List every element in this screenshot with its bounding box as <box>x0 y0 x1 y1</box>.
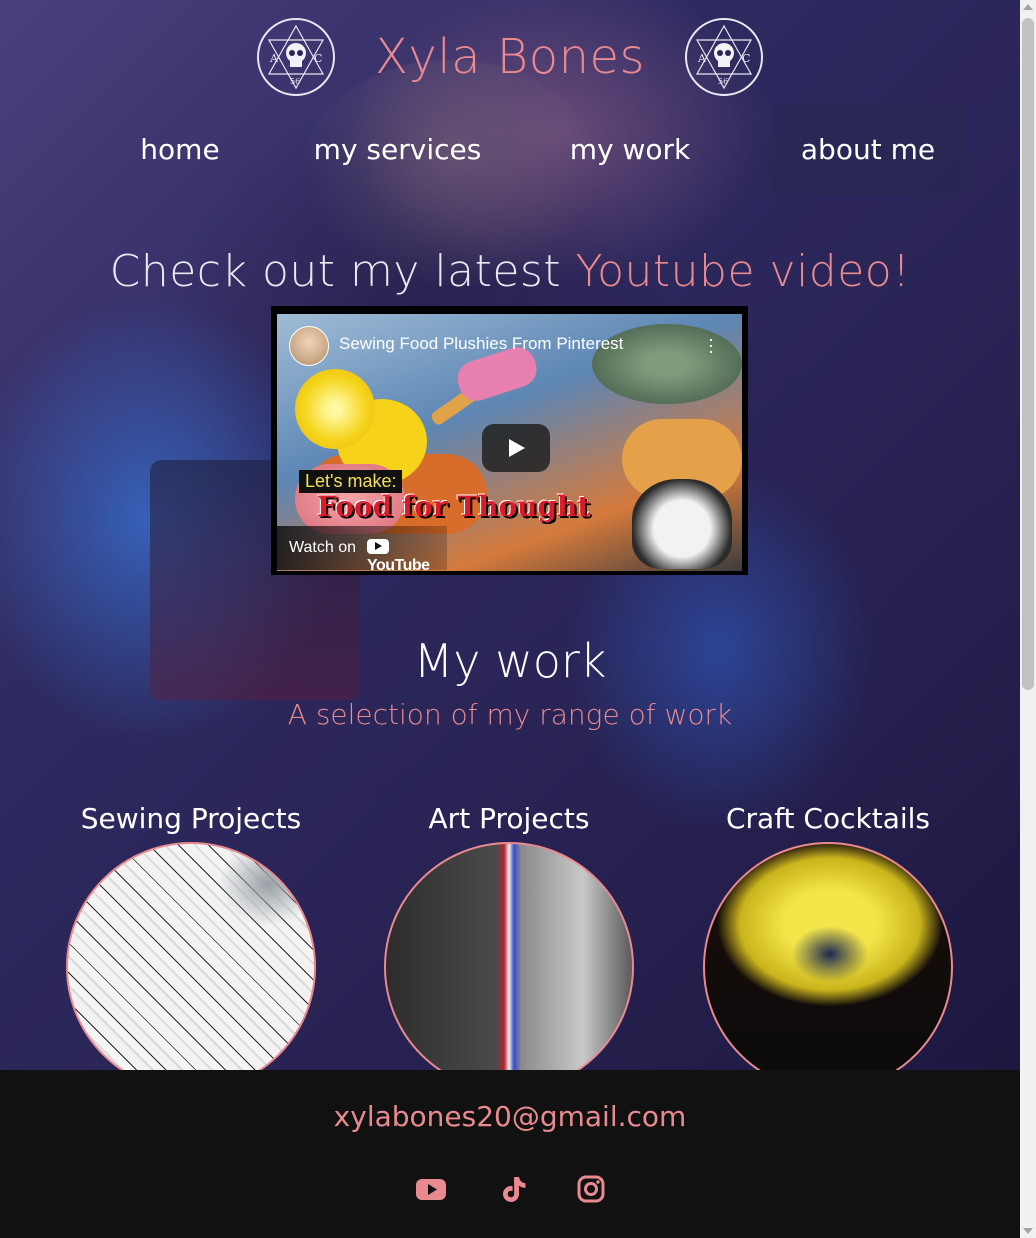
contact-email-link[interactable]: xylabones20@gmail.com <box>0 1100 1020 1133</box>
headline-prefix: Check out my latest <box>109 246 562 297</box>
svg-text:A: A <box>269 52 279 65</box>
youtube-icon[interactable] <box>414 1174 448 1204</box>
card-title-art: Art Projects <box>428 802 590 835</box>
site-footer: xylabones20@gmail.com <box>0 1070 1020 1238</box>
nav-item-my-work[interactable]: my work <box>540 104 720 196</box>
site-header: A C 56 Xyla Bones A C 56 <box>0 14 1020 100</box>
thumbnail-lemon-slice <box>295 369 375 449</box>
main-nav: home my services my work about me <box>90 104 970 196</box>
card-title-sewing: Sewing Projects <box>80 802 302 835</box>
nav-item-about-me[interactable]: about me <box>770 104 966 196</box>
section-subtitle: A selection of my range of work <box>287 698 733 731</box>
card-title-cocktails: Craft Cocktails <box>725 802 931 835</box>
video-title[interactable]: Sewing Food Plushies From Pinterest <box>339 334 623 354</box>
scroll-down-arrow-icon[interactable] <box>1023 1228 1033 1234</box>
watch-on-label: Watch on <box>289 539 356 556</box>
watch-on-youtube-button[interactable]: Watch on YouTube <box>277 526 447 571</box>
site-title[interactable]: Xyla Bones <box>375 29 645 85</box>
page: A C 56 Xyla Bones A C 56 home my service… <box>0 0 1020 1238</box>
svg-text:C: C <box>742 52 750 65</box>
video-headline: Check out my latest Youtube video! <box>0 246 1020 297</box>
nav-item-my-services[interactable]: my services <box>295 104 500 196</box>
skull-logo-icon[interactable]: A C 56 <box>256 18 335 96</box>
vertical-scrollbar[interactable] <box>1020 0 1036 1238</box>
thumbnail-cat <box>632 479 732 569</box>
instagram-icon[interactable] <box>574 1174 608 1204</box>
video-thumbnail[interactable]: Sewing Food Plushies From Pinterest · · · … <box>277 314 742 571</box>
skull-logo-icon[interactable]: A C 56 <box>685 18 764 96</box>
scrollbar-thumb[interactable] <box>1022 18 1034 690</box>
youtube-logo: YouTube <box>367 539 447 571</box>
scroll-up-arrow-icon[interactable] <box>1023 4 1033 10</box>
youtube-embed[interactable]: Sewing Food Plushies From Pinterest · · · … <box>271 306 748 575</box>
sewing-projects-image[interactable] <box>66 842 316 1092</box>
headline-accent: Youtube video! <box>575 246 911 297</box>
section-title: My work <box>413 634 607 688</box>
more-options-icon[interactable]: · · · <box>708 330 714 360</box>
tiktok-icon[interactable] <box>496 1174 530 1204</box>
thumbnail-caption-2: Food for Thought <box>317 490 591 523</box>
youtube-wordmark: YouTube <box>367 557 430 571</box>
play-button-icon[interactable] <box>482 424 550 472</box>
svg-text:56: 56 <box>290 77 300 86</box>
channel-avatar[interactable] <box>289 326 329 366</box>
svg-text:C: C <box>314 52 322 65</box>
svg-text:A: A <box>697 52 707 65</box>
nav-item-home[interactable]: home <box>90 104 270 196</box>
svg-text:56: 56 <box>718 77 728 86</box>
youtube-play-icon <box>367 539 389 554</box>
craft-cocktails-image[interactable] <box>703 842 953 1092</box>
art-projects-image[interactable] <box>384 842 634 1092</box>
